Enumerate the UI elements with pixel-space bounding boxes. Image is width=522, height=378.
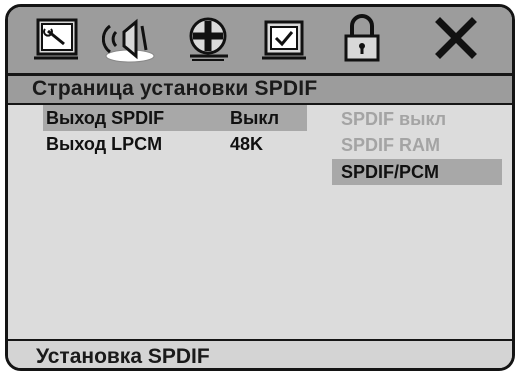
- page-title: Страница установки SPDIF: [32, 77, 318, 100]
- option-spdif-pcm[interactable]: SPDIF/PCM: [332, 159, 502, 185]
- setup-toolbar: [8, 7, 512, 76]
- setup-menu-screen: Страница установки SPDIF Выход SPDIF Вык…: [5, 4, 515, 371]
- setting-spdif-output-label[interactable]: Выход SPDIF: [46, 106, 164, 130]
- preference-tv-checkmark-icon[interactable]: [256, 12, 312, 64]
- title-bar: Страница установки SPDIF: [8, 76, 512, 105]
- setting-lpcm-output-label[interactable]: Выход LPCM: [46, 132, 162, 156]
- video-reel-icon[interactable]: [180, 12, 236, 64]
- footer-description: Установка SPDIF: [36, 345, 210, 368]
- setting-spdif-output-value[interactable]: Выкл: [230, 106, 279, 130]
- status-footer: Установка SPDIF: [8, 339, 512, 368]
- audio-speaker-icon[interactable]: [102, 12, 158, 64]
- password-padlock-icon[interactable]: [334, 12, 390, 64]
- exit-x-icon[interactable]: [428, 12, 484, 64]
- setting-lpcm-output-value[interactable]: 48K: [230, 132, 263, 156]
- option-spdif-off[interactable]: SPDIF выкл: [332, 106, 502, 132]
- settings-panel: Выход SPDIF Выкл Выход LPCM 48K SPDIF вы…: [8, 105, 512, 339]
- option-spdif-raw[interactable]: SPDIF RAM: [332, 132, 502, 158]
- general-setup-tv-wrench-icon[interactable]: [28, 12, 84, 64]
